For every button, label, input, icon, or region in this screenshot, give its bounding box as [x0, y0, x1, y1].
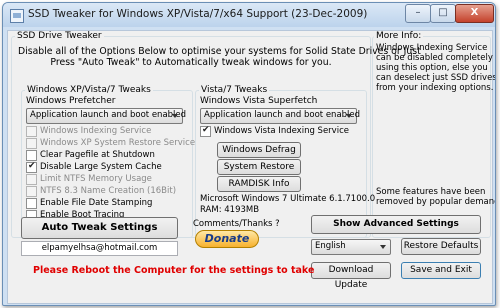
close-button[interactable]: X [455, 4, 494, 23]
reboot-warning: Please Reboot the Computer for the setti… [33, 265, 315, 276]
vista-tweaks-label: Vista/7 Tweaks [199, 85, 270, 95]
checkbox-box [26, 174, 37, 185]
donate-button[interactable]: Donate [195, 230, 259, 248]
checkbox-label: Windows Indexing Service [40, 126, 152, 136]
chevron-down-icon [346, 114, 352, 118]
title-bar[interactable]: SSD Tweaker for Windows XP/Vista/7/x64 S… [3, 3, 495, 27]
more-info-line: from your indexing options. [376, 83, 494, 93]
more-info-line: can be disabled completely [376, 53, 493, 63]
restore-defaults-button[interactable]: Restore Defaults [401, 238, 481, 255]
more-info-label: More Info: [374, 31, 424, 41]
windows-defrag-button[interactable]: Windows Defrag [217, 142, 301, 158]
checkbox-box: ✔ [26, 161, 37, 173]
more-info-line: Windows Indexing Service [376, 43, 488, 53]
ramdisk-info-button[interactable]: RAMDISK Info [217, 176, 301, 192]
language-value: English [315, 241, 346, 251]
ssd-drive-tweaker-label: SSD Drive Tweaker [15, 31, 104, 41]
chevron-down-icon [380, 245, 386, 249]
superfetch-value: Application launch and boot enabled [204, 110, 361, 120]
email-field[interactable]: elpamyelhsa@hotmail.com [21, 241, 178, 256]
checkbox-label: Windows XP System Restore Service [40, 138, 196, 148]
more-info-line: using this option, else you [376, 63, 488, 73]
auto-tweak-button[interactable]: Auto Tweak Settings [21, 217, 178, 239]
intro-text-line2: Press "Auto Tweak" to Automatically twea… [50, 57, 332, 68]
chevron-down-icon [172, 114, 178, 118]
comments-label: Comments/Thanks ? [193, 219, 280, 229]
checkmark-icon: ✔ [28, 161, 36, 171]
prefetcher-dropdown[interactable]: Application launch and boot enabled [26, 108, 187, 124]
more-info-note: removed by popular demand. [376, 197, 496, 207]
app-window: SSD Tweaker for Windows XP/Vista/7/x64 S… [2, 2, 496, 306]
checkbox-box [26, 138, 37, 149]
checkbox-box [26, 186, 37, 197]
os-info: Microsoft Windows 7 Ultimate 6.1.7100.0 [200, 194, 376, 204]
superfetch-label: Windows Vista Superfetch [200, 96, 318, 106]
minimize-button[interactable]: – [405, 4, 431, 23]
checkbox-label: Limit NTFS Memory Usage [40, 174, 152, 184]
more-info-note: Some features have been [376, 187, 486, 197]
show-advanced-button[interactable]: Show Advanced Settings [311, 215, 481, 234]
client-area: SSD Drive Tweaker Disable all of the Opt… [7, 30, 496, 304]
checkbox-label: Windows Vista Indexing Service [214, 126, 349, 136]
download-update-button[interactable]: Download Update [311, 262, 391, 290]
xp-tweaks-label: Windows XP/Vista/7 Tweaks [25, 85, 153, 95]
system-restore-button[interactable]: System Restore [217, 159, 301, 175]
intro-text-line1: Disable all of the Options Below to opti… [18, 46, 421, 57]
more-info-line: can deselect just SSD drives [376, 73, 496, 83]
checkbox-box [26, 198, 37, 209]
save-exit-button[interactable]: Save and Exit [401, 262, 481, 279]
checkbox-box [26, 126, 37, 137]
checkbox-label: Disable Large System Cache [40, 162, 162, 172]
app-icon [10, 9, 24, 23]
superfetch-dropdown[interactable]: Application launch and boot enabled [200, 108, 361, 124]
prefetcher-label: Windows Prefetcher [26, 96, 116, 106]
checkbox-label: Enable File Date Stamping [40, 198, 153, 208]
language-dropdown[interactable]: English [311, 239, 391, 255]
prefetcher-value: Application launch and boot enabled [30, 110, 187, 120]
checkbox-label: Clear Pagefile at Shutdown [40, 150, 155, 160]
checkmark-icon: ✔ [202, 125, 210, 135]
checkbox-box: ✔ [200, 125, 211, 137]
checkbox-label: NTFS 8.3 Name Creation (16Bit) [40, 186, 177, 196]
maximize-button[interactable]: □ [430, 4, 456, 23]
checkbox-box [26, 150, 37, 161]
ram-info: RAM: 4193MB [200, 205, 260, 215]
window-title: SSD Tweaker for Windows XP/Vista/7/x64 S… [28, 8, 368, 20]
